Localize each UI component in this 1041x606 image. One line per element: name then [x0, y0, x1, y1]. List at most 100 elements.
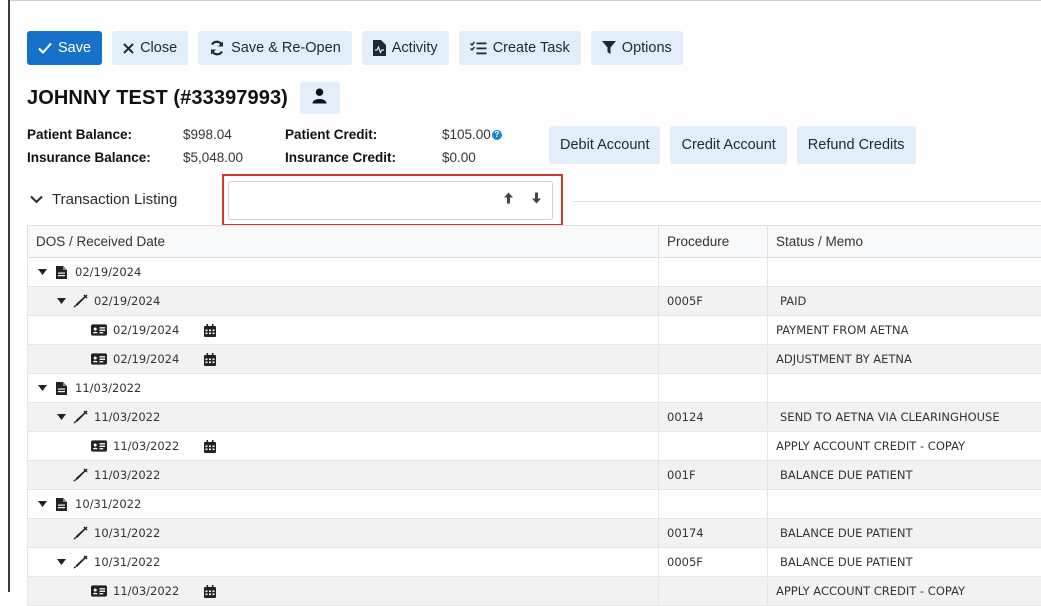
procedure-cell: 00124 [659, 403, 768, 432]
status-cell [768, 490, 1041, 519]
top-border [8, 0, 1041, 1]
left-border [8, 0, 10, 592]
caret-down-icon[interactable] [36, 385, 49, 391]
calendar-icon[interactable] [204, 324, 216, 337]
status-cell: BALANCE DUE PATIENT [768, 519, 1041, 548]
dos-cell: 02/19/2024 [28, 345, 659, 374]
chevron-down-icon [30, 191, 43, 208]
payment-icon [91, 585, 107, 597]
pen-icon [72, 294, 88, 308]
table-row[interactable]: 11/03/2022001FBALANCE DUE PATIENT [28, 461, 1041, 490]
row-date: 10/31/2022 [94, 526, 160, 540]
status-cell: BALANCE DUE PATIENT [768, 461, 1041, 490]
save-reopen-button[interactable]: Save & Re-Open [198, 31, 352, 65]
arrow-down-button[interactable] [527, 190, 545, 210]
create-task-label: Create Task [493, 40, 570, 56]
refresh-icon [209, 40, 225, 56]
status-cell: PAYMENT FROM AETNA [768, 316, 1041, 345]
debit-account-button[interactable]: Debit Account [549, 126, 660, 164]
table-row[interactable]: 10/31/2022 00174BALANCE DUE PATIENT [28, 519, 1041, 548]
column-header-procedure[interactable]: Procedure [659, 226, 768, 258]
close-icon [123, 43, 134, 54]
column-header-dos[interactable]: DOS / Received Date [28, 226, 659, 258]
payment-icon [91, 353, 107, 365]
account-actions: Debit Account Credit Account Refund Cred… [549, 126, 916, 164]
arrow-down-icon [531, 191, 542, 209]
info-icon[interactable]: ? [492, 130, 502, 140]
save-button[interactable]: Save [27, 31, 102, 65]
caret-down-icon[interactable] [36, 501, 49, 507]
procedure-cell [659, 345, 768, 374]
row-date: 11/03/2022 [113, 584, 179, 598]
arrow-up-button[interactable] [499, 190, 517, 210]
status-cell [768, 258, 1041, 287]
refund-credits-button[interactable]: Refund Credits [797, 126, 916, 164]
check-icon [38, 42, 52, 54]
create-task-button[interactable]: Create Task [459, 31, 581, 65]
row-date: 11/03/2022 [94, 410, 160, 424]
dos-cell: 02/19/2024 [28, 316, 659, 345]
close-button[interactable]: Close [112, 31, 188, 65]
patient-header: JOHNNY TEST (#33397993) [27, 82, 340, 114]
credit-account-button[interactable]: Credit Account [670, 126, 786, 164]
options-button[interactable]: Options [591, 31, 683, 65]
column-header-status[interactable]: Status / Memo [768, 226, 1041, 258]
caret-down-icon[interactable] [36, 269, 49, 275]
table-row[interactable]: 11/03/2022 [28, 374, 1041, 403]
table-row[interactable]: 11/03/202200124SEND TO AETNA VIA CLEARIN… [28, 403, 1041, 432]
caret-down-icon[interactable] [55, 559, 68, 565]
status-cell: APPLY ACCOUNT CREDIT - COPAY [768, 577, 1041, 606]
arrow-up-icon [503, 191, 514, 209]
row-date: 02/19/2024 [113, 323, 179, 337]
procedure-cell: 00174 [659, 519, 768, 548]
patient-balance-value: $998.04 [183, 123, 285, 146]
transaction-listing-toggle[interactable]: Transaction Listing [30, 191, 177, 208]
document-icon [53, 266, 69, 279]
procedure-cell [659, 258, 768, 287]
row-date: 02/19/2024 [113, 352, 179, 366]
row-date: 02/19/2024 [75, 265, 141, 279]
table-row[interactable]: 10/31/20220005FBALANCE DUE PATIENT [28, 548, 1041, 577]
row-date: 11/03/2022 [75, 381, 141, 395]
table-row[interactable]: 10/31/2022 [28, 490, 1041, 519]
dos-cell: 11/03/2022 [28, 432, 659, 461]
caret-down-icon[interactable] [55, 298, 68, 304]
procedure-cell [659, 577, 768, 606]
procedure-cell [659, 316, 768, 345]
insurance-credit-value: $0.00 [442, 146, 542, 169]
dos-cell: 11/03/2022 [28, 577, 659, 606]
table-row[interactable]: 11/03/2022APPLY ACCOUNT CREDIT - COPAY [28, 432, 1041, 461]
insurance-credit-label: Insurance Credit: [285, 146, 442, 169]
table-row[interactable]: 11/03/2022 APPLY ACCOUNT CREDIT - COPAY [28, 577, 1041, 606]
patient-credit-value: $105.00 [442, 127, 491, 142]
pen-icon [72, 468, 88, 482]
user-icon [312, 88, 327, 109]
activity-button[interactable]: Activity [362, 31, 449, 65]
table-row[interactable]: 02/19/2024 [28, 258, 1041, 287]
dos-cell: 02/19/2024 [28, 287, 659, 316]
row-date: 11/03/2022 [113, 439, 179, 453]
table-row[interactable]: 02/19/2024 PAYMENT FROM AETNA [28, 316, 1041, 345]
patient-credit-label: Patient Credit: [285, 123, 442, 146]
procedure-cell [659, 432, 768, 461]
caret-down-icon[interactable] [55, 414, 68, 420]
dos-cell: 11/03/2022 [28, 374, 659, 403]
row-date: 10/31/2022 [94, 555, 160, 569]
patient-balance-label: Patient Balance: [27, 123, 183, 146]
procedure-cell [659, 374, 768, 403]
table-row[interactable]: 02/19/2024ADJUSTMENT BY AETNA [28, 345, 1041, 374]
calendar-icon[interactable] [204, 353, 216, 366]
insurance-balance-value: $5,048.00 [183, 146, 285, 169]
procedure-cell [659, 490, 768, 519]
save-label: Save [58, 40, 91, 56]
procedure-cell: 001F [659, 461, 768, 490]
calendar-icon[interactable] [204, 585, 216, 598]
patient-name: JOHNNY TEST (#33397993) [27, 87, 288, 110]
dos-cell: 02/19/2024 [28, 258, 659, 287]
status-cell [768, 374, 1041, 403]
transaction-table-body: 02/19/202402/19/20240005FPAID02/19/2024P… [28, 258, 1041, 606]
patient-profile-button[interactable] [300, 82, 340, 114]
table-row[interactable]: 02/19/20240005FPAID [28, 287, 1041, 316]
procedure-cell: 0005F [659, 287, 768, 316]
calendar-icon[interactable] [204, 440, 216, 453]
